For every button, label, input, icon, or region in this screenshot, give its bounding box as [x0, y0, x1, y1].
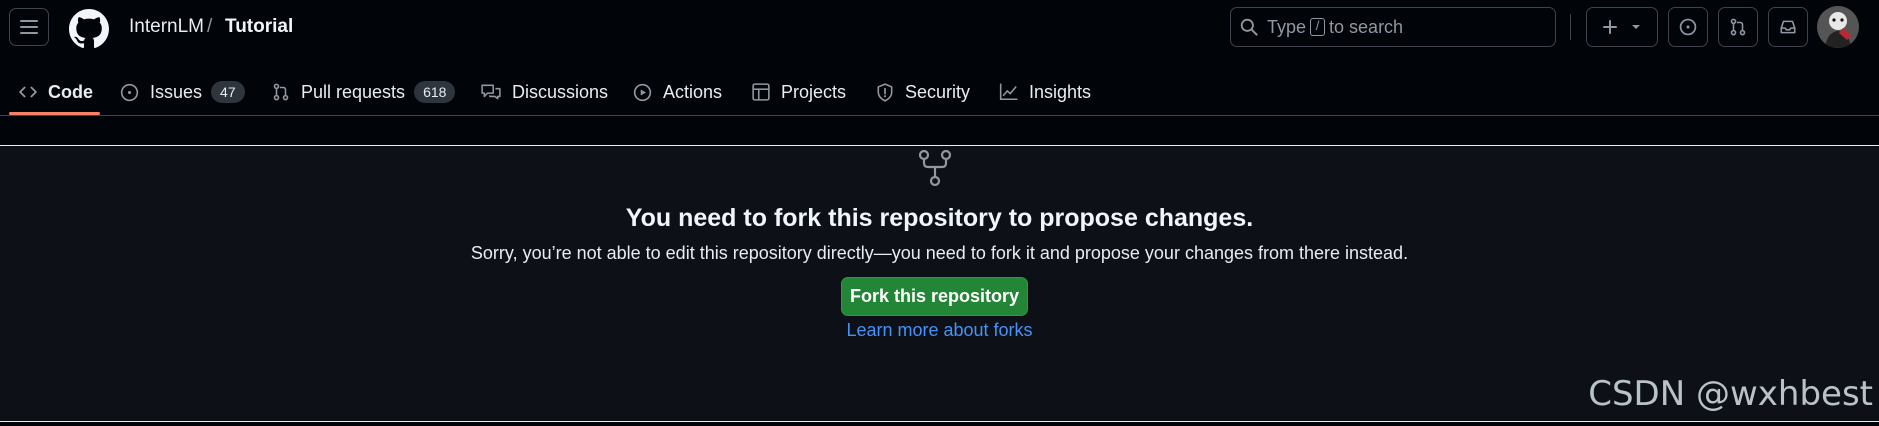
tab-security[interactable]: Security [876, 74, 970, 110]
repo-nav-tabs: Code Issues 47 Pull requests 618 Discuss… [0, 66, 1879, 116]
fork-repository-button[interactable]: Fork this repository [841, 277, 1028, 316]
git-pull-request-icon [273, 83, 289, 101]
code-icon [19, 86, 37, 98]
user-avatar[interactable] [1817, 6, 1859, 48]
tabs-divider [0, 115, 1879, 116]
tab-actions[interactable]: Actions [633, 74, 722, 110]
repo-forked-icon [918, 149, 952, 187]
triangle-down-icon [1632, 25, 1640, 29]
graph-icon [999, 83, 1018, 101]
issue-opened-icon [1679, 18, 1697, 36]
breadcrumb-owner[interactable]: InternLM [129, 15, 204, 39]
tab-label: Security [905, 81, 971, 102]
github-logo-icon[interactable] [69, 9, 109, 49]
tab-label: Actions [663, 81, 723, 102]
global-header: InternLM / Tutorial Type / to search [0, 0, 1879, 56]
search-shortcut-key: / [1310, 18, 1326, 36]
fork-description: Sorry, you’re not able to edit this repo… [470, 243, 1409, 263]
tab-pull-requests[interactable]: Pull requests 618 [272, 74, 456, 110]
tab-discussions[interactable]: Discussions [481, 74, 608, 110]
inbox-button[interactable] [1768, 7, 1808, 47]
search-placeholder-prefix: Type [1267, 16, 1307, 37]
tab-code[interactable]: Code [19, 74, 93, 110]
play-icon [633, 83, 652, 101]
fork-heading: You need to fork this repository to prop… [625, 204, 1254, 232]
search-input[interactable]: Type / to search [1230, 7, 1556, 47]
tab-label: Insights [1029, 81, 1092, 102]
pull-requests-counter: 618 [414, 81, 456, 103]
create-new-button[interactable] [1586, 7, 1658, 47]
git-pull-request-icon [1730, 18, 1746, 36]
table-icon [752, 83, 770, 101]
inbox-icon [1780, 20, 1796, 34]
tab-label: Projects [781, 81, 847, 102]
search-placeholder-suffix: to search [1329, 16, 1404, 37]
tab-label: Discussions [512, 81, 609, 102]
menu-button[interactable] [9, 8, 49, 46]
issue-opened-icon [120, 83, 139, 101]
avatar-image-icon [1817, 6, 1859, 48]
tab-projects[interactable]: Projects [752, 74, 846, 110]
fork-notice-panel: You need to fork this repository to prop… [0, 145, 1879, 422]
tab-insights[interactable]: Insights [999, 74, 1091, 110]
search-icon [1240, 18, 1258, 36]
tab-label: Pull requests [301, 81, 406, 102]
watermark: CSDN @wxhbest [1588, 374, 1873, 414]
learn-more-forks-link: Learn more about forks [0, 320, 1879, 341]
issues-button[interactable] [1668, 7, 1708, 47]
comment-discussion-icon [481, 84, 501, 100]
plus-icon [1603, 20, 1617, 34]
tab-label: Issues [150, 81, 203, 102]
issues-counter: 47 [211, 81, 245, 103]
learn-more-link-text[interactable]: Learn more about forks [846, 320, 1032, 340]
header-divider [1570, 14, 1571, 40]
tab-label: Code [48, 81, 93, 102]
tab-issues[interactable]: Issues 47 [120, 74, 245, 110]
pull-requests-button[interactable] [1718, 7, 1758, 47]
hamburger-icon [20, 20, 38, 34]
breadcrumb-separator: / [207, 16, 213, 37]
breadcrumb-repo[interactable]: Tutorial [225, 15, 293, 39]
shield-icon [877, 82, 893, 102]
